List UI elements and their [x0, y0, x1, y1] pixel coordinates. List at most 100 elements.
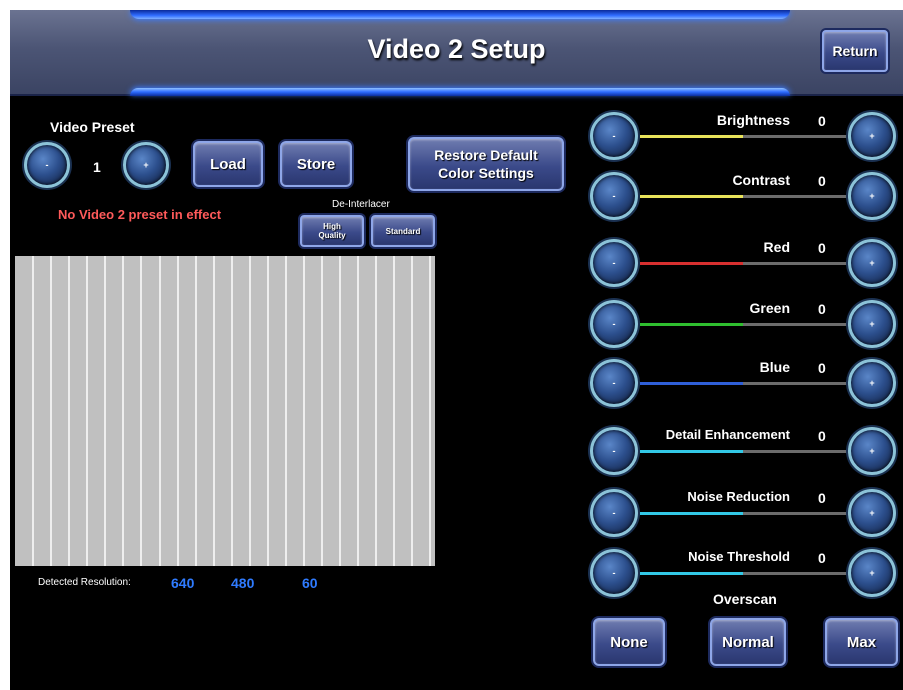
plus-icon: +: [869, 319, 875, 329]
slider-decrement-button[interactable]: -: [590, 489, 638, 537]
slider-fill: [640, 262, 743, 265]
slider-decrement-button[interactable]: -: [590, 239, 638, 287]
restore-default-color-settings-button[interactable]: Restore Default Color Settings: [408, 137, 564, 191]
restore-label-line2: Color Settings: [438, 165, 534, 181]
slider-increment-button[interactable]: +: [848, 489, 896, 537]
slider-track[interactable]: [640, 195, 850, 198]
preview-stripe: [122, 256, 124, 566]
slider-label: Contrast: [732, 172, 790, 188]
slider-increment-button[interactable]: +: [848, 427, 896, 475]
overscan-max-button[interactable]: Max: [825, 618, 898, 666]
slider-fill: [640, 382, 743, 385]
plus-icon: +: [143, 160, 149, 170]
return-button-label: Return: [832, 43, 878, 59]
minus-icon: -: [612, 508, 616, 518]
return-button[interactable]: Return: [822, 30, 888, 72]
minus-icon: -: [612, 319, 616, 329]
preview-stripe: [339, 256, 341, 566]
slider-value: 0: [818, 490, 826, 506]
minus-icon: -: [612, 446, 616, 456]
minus-icon: -: [612, 131, 616, 141]
slider-decrement-button[interactable]: -: [590, 300, 638, 348]
slider-track[interactable]: [640, 450, 850, 453]
plus-icon: +: [869, 568, 875, 578]
preview-stripe: [375, 256, 377, 566]
slider-decrement-button[interactable]: -: [590, 112, 638, 160]
preview-stripe: [321, 256, 323, 566]
slider-increment-button[interactable]: +: [848, 239, 896, 287]
plus-icon: +: [869, 508, 875, 518]
preset-number: 1: [93, 159, 101, 175]
slider-value: 0: [818, 240, 826, 256]
slider-label: Red: [763, 239, 790, 255]
detected-resolution-label: Detected Resolution:: [38, 577, 131, 588]
plus-icon: +: [869, 131, 875, 141]
slider-decrement-button[interactable]: -: [590, 549, 638, 597]
preview-stripe: [285, 256, 287, 566]
slider-increment-button[interactable]: +: [848, 549, 896, 597]
slider-fill: [640, 572, 743, 575]
preset-status-text: No Video 2 preset in effect: [58, 207, 222, 222]
slider-fill: [640, 323, 743, 326]
slider-value: 0: [818, 301, 826, 317]
slider-increment-button[interactable]: +: [848, 359, 896, 407]
slider-decrement-button[interactable]: -: [590, 172, 638, 220]
slider-track[interactable]: [640, 323, 850, 326]
slider-fill: [640, 195, 743, 198]
preview-stripe: [267, 256, 269, 566]
page-title: Video 2 Setup: [367, 34, 546, 64]
preview-stripe: [68, 256, 70, 566]
plus-icon: +: [869, 258, 875, 268]
preview-stripe: [159, 256, 161, 566]
minus-icon: -: [612, 378, 616, 388]
preview-stripe: [195, 256, 197, 566]
preview-stripe: [86, 256, 88, 566]
slider-label: Detail Enhancement: [665, 427, 790, 442]
preview-stripe: [231, 256, 233, 566]
high-quality-line1: High: [323, 222, 341, 231]
store-button-label: Store: [296, 155, 336, 173]
video-preset-label: Video Preset: [50, 119, 135, 135]
slider-fill: [640, 450, 743, 453]
slider-track[interactable]: [640, 572, 850, 575]
preset-decrement-button[interactable]: -: [24, 142, 70, 188]
overscan-normal-button[interactable]: Normal: [710, 618, 786, 666]
preview-stripe: [140, 256, 142, 566]
slider-increment-button[interactable]: +: [848, 300, 896, 348]
preview-stripe: [393, 256, 395, 566]
minus-icon: -: [612, 258, 616, 268]
restore-label-line1: Restore Default: [434, 147, 538, 163]
overscan-none-button[interactable]: None: [593, 618, 665, 666]
slider-label: Brightness: [716, 112, 790, 128]
slider-increment-button[interactable]: +: [848, 112, 896, 160]
slider-value: 0: [818, 113, 826, 129]
plus-icon: +: [869, 191, 875, 201]
slider-label: Green: [749, 300, 790, 316]
slider-value: 0: [818, 360, 826, 376]
deinterlacer-label: De-Interlacer: [332, 199, 390, 210]
slider-track[interactable]: [640, 382, 850, 385]
slider-fill: [640, 135, 743, 138]
standard-button[interactable]: Standard: [371, 215, 435, 247]
preview-stripe: [357, 256, 359, 566]
preset-increment-button[interactable]: +: [123, 142, 169, 188]
preview-stripe: [32, 256, 34, 566]
slider-decrement-button[interactable]: -: [590, 359, 638, 407]
slider-label: Noise Threshold: [688, 549, 790, 564]
preview-stripe: [429, 256, 431, 566]
slider-label: Noise Reduction: [687, 489, 790, 504]
slider-decrement-button[interactable]: -: [590, 427, 638, 475]
preview-stripe: [411, 256, 413, 566]
slider-track[interactable]: [640, 512, 850, 515]
load-button-label: Load: [210, 155, 246, 173]
store-button[interactable]: Store: [280, 141, 352, 187]
slider-track[interactable]: [640, 135, 850, 138]
high-quality-button[interactable]: High Quality: [300, 215, 364, 247]
load-button[interactable]: Load: [193, 141, 263, 187]
header-bar: Video 2 Setup Return: [10, 10, 903, 96]
overscan-label: Overscan: [713, 591, 777, 607]
resolution-refresh-rate: 60: [302, 575, 318, 591]
minus-icon: -: [612, 191, 616, 201]
slider-track[interactable]: [640, 262, 850, 265]
slider-increment-button[interactable]: +: [848, 172, 896, 220]
